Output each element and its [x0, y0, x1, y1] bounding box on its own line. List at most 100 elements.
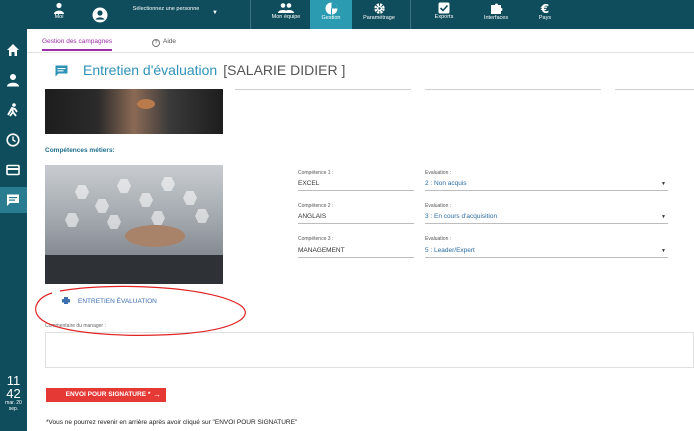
- envoi-signature-button[interactable]: ENVOI POUR SIGNATURE * →: [46, 388, 166, 402]
- team-icon: [278, 3, 294, 13]
- nav-gestion-label: Gestion: [321, 15, 341, 21]
- sidebar-item-entretiens[interactable]: [0, 187, 27, 213]
- envoi-signature-label: ENVOI POUR SIGNATURE *: [65, 391, 151, 398]
- clock-date: mar. 20 sep.: [5, 400, 22, 412]
- account-circle-icon: [92, 7, 108, 23]
- tab-gestion-des-campagnes[interactable]: Gestion des campagnes: [42, 38, 113, 51]
- nav-moi[interactable]: Moi: [46, 0, 72, 29]
- sidebar-item-activity[interactable]: [0, 97, 27, 123]
- svg-text:€: €: [540, 2, 549, 15]
- manager-comment-input[interactable]: [45, 332, 694, 368]
- checkbox-icon: [438, 2, 450, 14]
- page-title: Entretien d'évaluation [SALARIE DIDIER ]: [83, 62, 345, 78]
- field-underline: [425, 190, 668, 191]
- hex-shape: [95, 199, 109, 213]
- hex-shape: [195, 209, 209, 223]
- sidebar-item-card[interactable]: [0, 157, 27, 183]
- competence-1-label: Compétence 1 :: [298, 170, 334, 176]
- chevron-down-icon[interactable]: ▼: [661, 181, 666, 187]
- euro-icon: €: [540, 2, 549, 15]
- field-underline: [298, 190, 414, 191]
- chevron-down-icon[interactable]: ▼: [661, 214, 666, 220]
- field-underline: [425, 89, 601, 90]
- hex-shape: [75, 185, 89, 199]
- hex-shape: [107, 215, 121, 229]
- gear-icon: [373, 3, 385, 14]
- hex-shape: [161, 177, 175, 191]
- coin-shape: [137, 99, 155, 109]
- evaluation-1-select[interactable]: 2 : Non acquis: [425, 180, 467, 187]
- chat-icon: [7, 194, 19, 206]
- pie-chart-icon: [325, 2, 337, 15]
- hex-shape: [117, 179, 131, 193]
- nav-gestion[interactable]: Gestion: [310, 0, 352, 29]
- evaluation-2-select[interactable]: 3 : En cours d'acquisition: [425, 213, 497, 220]
- evaluation-2-label: Evaluation :: [425, 203, 452, 209]
- puzzle-icon: [490, 3, 502, 14]
- nav-parametrage-label: Paramétrage: [363, 15, 395, 21]
- tab-aide[interactable]: ? Aide: [152, 38, 176, 47]
- sidebar-item-user[interactable]: [0, 67, 27, 93]
- nav-mon-equipe[interactable]: Mon équipe: [266, 0, 306, 29]
- card-icon: [6, 164, 20, 176]
- sidebar-item-home[interactable]: [0, 37, 27, 63]
- person-select-label: Sélectionnez une personne: [132, 6, 200, 12]
- page-title-text: Entretien d'évaluation: [83, 62, 218, 78]
- entretien-evaluation-link[interactable]: ENTRETIEN ÉVALUATION: [62, 297, 157, 305]
- competence-2-value: ANGLAIS: [298, 213, 327, 220]
- field-underline: [298, 223, 414, 224]
- competences-heading: Compétences métiers:: [45, 147, 115, 154]
- user-icon: [7, 74, 19, 87]
- nav-interfaces-label: Interfaces: [483, 15, 509, 21]
- nav-exports[interactable]: Exports: [424, 0, 464, 29]
- suit-shape: [45, 255, 223, 284]
- field-underline: [425, 257, 668, 258]
- nav-pays[interactable]: € Pays: [528, 0, 562, 29]
- competence-3-label: Compétence 3 :: [298, 236, 334, 242]
- hex-shape: [65, 213, 79, 227]
- entretien-evaluation-label: ENTRETIEN ÉVALUATION: [78, 298, 157, 305]
- arrow-right-icon: →: [153, 390, 161, 399]
- nav-interfaces[interactable]: Interfaces: [474, 0, 518, 29]
- nav-moi-label: Moi: [54, 14, 64, 20]
- signature-warning-text: *Vous ne pourrez revenir en arrière aprè…: [46, 419, 298, 426]
- tab-aide-label: Aide: [163, 38, 177, 45]
- comment-label: Commentaire du manager :: [45, 323, 106, 329]
- hands-image: [45, 89, 223, 134]
- help-circle-icon: ?: [152, 39, 160, 47]
- salarie-name: [SALARIE DIDIER ]: [223, 62, 346, 78]
- divider: [250, 0, 251, 29]
- nav-exports-label: Exports: [434, 14, 454, 20]
- page-header: Entretien d'évaluation [SALARIE DIDIER ]: [27, 53, 694, 89]
- field-underline: [425, 223, 668, 224]
- evaluation-3-label: Evaluation :: [425, 236, 452, 242]
- user-icon: [54, 2, 64, 14]
- hex-shape: [151, 211, 165, 225]
- chevron-down-icon[interactable]: ▼: [661, 248, 666, 254]
- person-select-dropdown[interactable]: Sélectionnez une personne ▼: [86, 0, 226, 29]
- nav-mon-equipe-label: Mon équipe: [271, 14, 301, 20]
- divider: [410, 0, 411, 29]
- field-underline: [298, 257, 414, 258]
- sidebar-item-history[interactable]: [0, 127, 27, 153]
- competence-2-label: Compétence 2 :: [298, 203, 334, 209]
- home-icon: [7, 44, 19, 56]
- evaluation-3-select[interactable]: 5 : Leader/Expert: [425, 247, 475, 254]
- top-navigation-bar: Moi Sélectionnez une personne ▼ Mon équi…: [0, 0, 694, 29]
- hex-shape: [183, 191, 197, 205]
- clock-icon: [6, 133, 20, 147]
- hex-shape: [139, 193, 153, 207]
- nav-pays-label: Pays: [538, 15, 552, 21]
- nav-parametrage[interactable]: Paramétrage: [356, 0, 402, 29]
- tab-bar: Gestion des campagnes ? Aide: [27, 29, 694, 53]
- competence-1-value: EXCEL: [298, 180, 320, 187]
- competence-3-value: MANAGEMENT: [298, 247, 345, 254]
- field-underline: [235, 89, 411, 90]
- chevron-down-icon: ▼: [212, 10, 218, 16]
- technology-hand-image: [45, 165, 223, 284]
- field-underline: [615, 89, 694, 90]
- chat-icon: [55, 65, 68, 77]
- clock-widget: 11 42 mar. 20 sep.: [0, 374, 27, 412]
- person-walk-icon: [7, 103, 18, 117]
- evaluation-form: Compétences métiers: Compétence 1 : EXCE…: [27, 89, 694, 431]
